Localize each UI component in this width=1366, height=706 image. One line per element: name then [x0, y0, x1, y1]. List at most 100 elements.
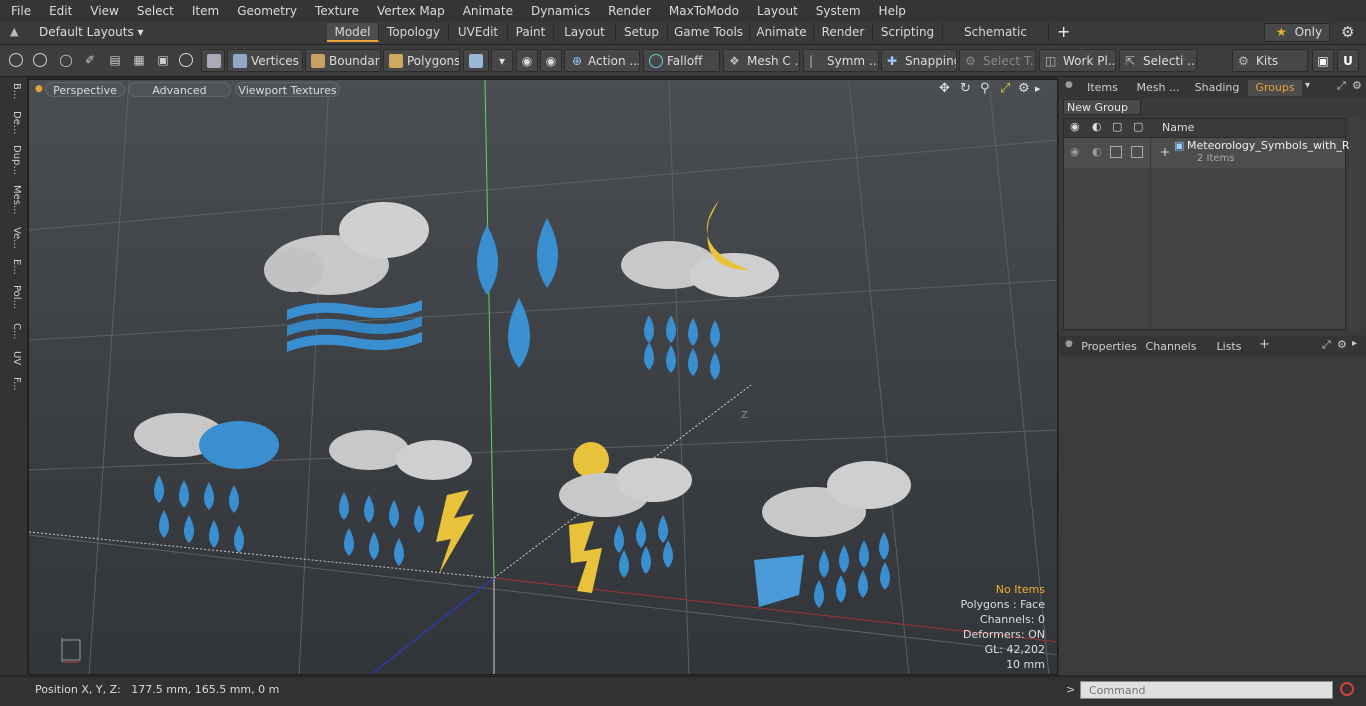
mesh-constraint-button[interactable]: ❖ Mesh C ... — [723, 49, 800, 72]
add-tab-icon[interactable]: + — [1057, 22, 1070, 41]
dial-button[interactable] — [176, 49, 198, 72]
groups-scrollbar[interactable] — [1349, 118, 1361, 330]
left-tab-curve[interactable]: C... — [4, 323, 22, 340]
properties-expand-icon[interactable]: ▸ — [1352, 338, 1357, 349]
menu-edit[interactable]: Edit — [38, 0, 79, 22]
tab-scripting[interactable]: Scripting — [873, 23, 943, 42]
viewport-menu-icon[interactable]: ● — [35, 84, 43, 94]
render-cube-button[interactable]: ▣ — [1312, 49, 1334, 72]
tab-render[interactable]: Render — [814, 23, 873, 42]
lock-icon[interactable]: ◐ — [1092, 145, 1102, 158]
left-tab-basic[interactable]: B... — [4, 83, 22, 99]
menu-vertex-map[interactable]: Vertex Map — [366, 0, 452, 22]
select-col-icon[interactable]: ▢ — [1133, 120, 1143, 133]
tab-topology[interactable]: Topology — [379, 23, 449, 42]
selection-sets-button[interactable]: ⇱ Selecti ... — [1119, 49, 1197, 72]
menu-view[interactable]: View — [79, 0, 125, 22]
lock-col-icon[interactable]: ◐ — [1092, 120, 1102, 133]
mode-dropdown[interactable]: ▾ — [491, 49, 513, 72]
render-col-icon[interactable]: ▢ — [1112, 120, 1122, 133]
rotate-view-icon[interactable]: ↻ — [960, 81, 971, 96]
falloff-button[interactable]: Falloff — [643, 49, 720, 72]
record-icon[interactable] — [1340, 682, 1354, 696]
tab-paint[interactable]: Paint — [508, 23, 554, 42]
panel-gear-icon[interactable]: ⚙ — [1352, 79, 1362, 92]
material-button[interactable]: ◉ — [516, 49, 538, 72]
menu-layout[interactable]: Layout — [746, 0, 805, 22]
left-tab-polygon[interactable]: Pol... — [4, 285, 22, 309]
menu-maxtomodo[interactable]: MaxToModo — [658, 0, 746, 22]
layout-home-icon[interactable]: ▲ — [10, 25, 18, 38]
align-button[interactable]: ▤ — [104, 49, 126, 72]
tab-mesh[interactable]: Mesh ... — [1130, 80, 1186, 96]
kits-button[interactable]: ⚙ Kits — [1232, 49, 1308, 72]
tab-setup[interactable]: Setup — [616, 23, 668, 42]
group-row[interactable]: ◉ ◐ + ▣ Meteorology_Symbols_with_R... 2 … — [1064, 138, 1360, 168]
tab-schematic-fusion[interactable]: Schematic Fusion — [943, 23, 1049, 58]
shading-button[interactable] — [201, 49, 225, 72]
menu-texture[interactable]: Texture — [304, 0, 366, 22]
boundary-button[interactable]: Boundary — [305, 49, 381, 72]
action-center-button[interactable]: ⊕ Action ... — [564, 49, 640, 72]
symmetry-button[interactable]: | Symm ... — [803, 49, 879, 72]
move-view-icon[interactable]: ✥ — [939, 81, 950, 96]
select-checkbox[interactable] — [1131, 146, 1143, 158]
add-panel-tab-icon[interactable]: + — [1259, 337, 1270, 352]
visibility-col-icon[interactable]: ◉ — [1070, 120, 1080, 133]
grid-button[interactable]: ▦ — [128, 49, 150, 72]
properties-maximize-icon[interactable]: ⤢ — [1322, 338, 1331, 352]
render-checkbox[interactable] — [1110, 146, 1122, 158]
tab-uvedit[interactable]: UVEdit — [449, 23, 508, 42]
menu-item[interactable]: Item — [181, 0, 226, 22]
tab-model[interactable]: Model — [327, 23, 379, 42]
zoom-view-icon[interactable]: ⚲ — [980, 81, 990, 96]
tab-properties[interactable]: Properties — [1079, 339, 1139, 355]
globe-button[interactable] — [30, 49, 52, 72]
tab-game-tools[interactable]: Game Tools — [668, 23, 750, 42]
left-tab-vertex[interactable]: Ve... — [4, 227, 22, 249]
frame-button[interactable]: ▣ — [152, 49, 174, 72]
left-tab-fusion[interactable]: F... — [4, 377, 22, 391]
tab-groups[interactable]: Groups — [1248, 80, 1302, 96]
tab-layout[interactable]: Layout — [554, 23, 616, 42]
texture-button[interactable]: ◉ — [540, 49, 562, 72]
viewport-textures-button[interactable]: Viewport Textures — [235, 82, 340, 97]
tabs-dropdown-icon[interactable]: ▾ — [1305, 80, 1310, 91]
only-toggle[interactable]: ★ Only — [1264, 23, 1330, 42]
brush-button[interactable]: ✐ — [79, 49, 101, 72]
polygons-button[interactable]: Polygons — [383, 49, 460, 72]
menu-dynamics[interactable]: Dynamics — [520, 0, 597, 22]
tab-lists[interactable]: Lists — [1204, 339, 1254, 355]
select-circle-button[interactable] — [6, 49, 28, 72]
tab-items[interactable]: Items — [1079, 80, 1126, 96]
left-tab-uv[interactable]: UV — [4, 351, 22, 365]
left-tab-mesh-edit[interactable]: Mes... — [4, 185, 22, 215]
left-tab-edge[interactable]: E... — [4, 259, 22, 275]
pen-button[interactable]: ◯ — [55, 49, 77, 72]
default-layouts-dropdown[interactable]: Default Layouts ▾ — [39, 25, 144, 39]
fit-view-icon[interactable]: ⤢ — [1000, 81, 1010, 96]
command-input[interactable] — [1080, 681, 1333, 699]
tab-shading[interactable]: Shading — [1190, 80, 1244, 96]
properties-gear-icon[interactable]: ⚙ — [1337, 338, 1347, 351]
viewport-expand-icon[interactable]: ▸ — [1035, 82, 1041, 95]
gear-icon[interactable]: ⚙ — [1341, 23, 1354, 41]
menu-geometry[interactable]: Geometry — [226, 0, 304, 22]
snapping-button[interactable]: ✚ Snapping — [881, 49, 957, 72]
panel-maximize-icon[interactable]: ⤢ — [1337, 79, 1346, 93]
3d-viewport[interactable]: Z ● Perspective Advanced Viewport Textur… — [28, 79, 1058, 675]
left-tab-duplicate[interactable]: Dup... — [4, 145, 22, 175]
tab-channels[interactable]: Channels — [1143, 339, 1199, 355]
menu-help[interactable]: Help — [868, 0, 913, 22]
new-group-button[interactable]: New Group — [1063, 99, 1141, 115]
vertices-button[interactable]: Vertices — [227, 49, 303, 72]
left-tab-deform[interactable]: De... — [4, 111, 22, 134]
menu-file[interactable]: File — [0, 0, 38, 22]
menu-system[interactable]: System — [805, 0, 868, 22]
menu-select[interactable]: Select — [126, 0, 181, 22]
menu-animate[interactable]: Animate — [452, 0, 520, 22]
eye-icon[interactable]: ◉ — [1070, 145, 1080, 158]
work-plane-button[interactable]: ◫ Work Pl... — [1039, 49, 1116, 72]
advanced-button[interactable]: Advanced — [128, 82, 231, 97]
perspective-button[interactable]: Perspective — [45, 82, 125, 97]
